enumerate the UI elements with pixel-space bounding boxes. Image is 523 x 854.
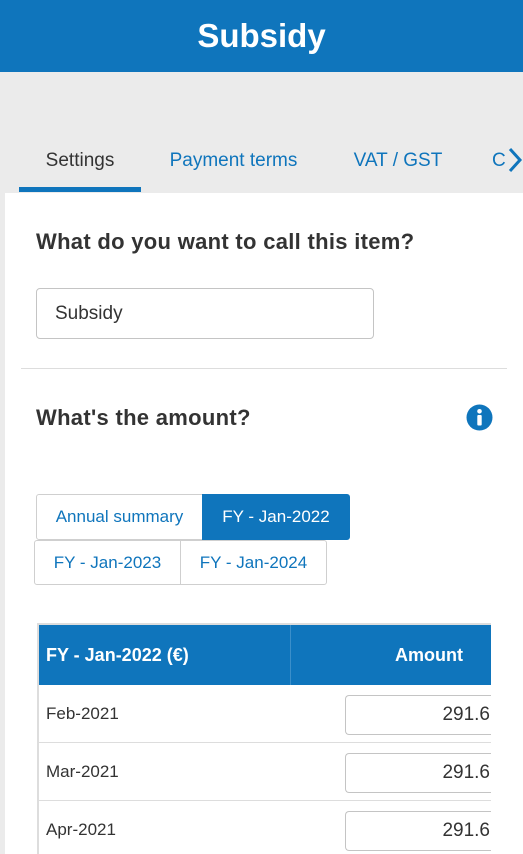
amount-input[interactable] xyxy=(345,753,491,793)
amount-input[interactable] xyxy=(345,811,491,851)
tab-settings[interactable]: Settings xyxy=(19,130,141,192)
month-cell: Feb-2021 xyxy=(46,704,119,723)
item-name-input[interactable] xyxy=(36,288,374,339)
amount-input-wrapper xyxy=(345,695,491,735)
page-title: Subsidy xyxy=(197,17,326,54)
amount-input-wrapper xyxy=(345,811,491,851)
amount-question: What's the amount? xyxy=(36,405,251,430)
period-fy-jan-2022[interactable]: FY - Jan-2022 xyxy=(202,494,350,540)
header-divider xyxy=(290,625,291,685)
month-cell: Mar-2021 xyxy=(46,762,119,781)
month-cell: Apr-2021 xyxy=(46,820,116,839)
app-header: Subsidy xyxy=(0,0,523,72)
amount-column-header: Amount xyxy=(395,644,463,665)
chevron-right-icon[interactable] xyxy=(506,146,523,174)
settings-card: What do you want to call this item? What… xyxy=(5,193,523,854)
month-column-header: FY - Jan-2022 (€) xyxy=(46,644,189,665)
tab-payment-terms[interactable]: Payment terms xyxy=(152,130,315,192)
section-divider xyxy=(21,368,507,369)
period-fy-jan-2024[interactable]: FY - Jan-2024 xyxy=(180,540,327,585)
amount-input[interactable] xyxy=(345,695,491,735)
amount-input-wrapper xyxy=(345,753,491,793)
period-annual-summary[interactable]: Annual summary xyxy=(36,494,203,540)
table-row: Mar-2021 xyxy=(39,743,491,801)
tab-bar: Settings Payment terms VAT / GST C xyxy=(0,130,523,192)
table-row: Feb-2021 xyxy=(39,685,491,743)
table-header: FY - Jan-2022 (€) Amount xyxy=(39,625,491,685)
name-question: What do you want to call this item? xyxy=(36,229,415,254)
info-icon[interactable] xyxy=(466,404,493,431)
table-row: Apr-2021 xyxy=(39,801,491,854)
period-fy-jan-2023[interactable]: FY - Jan-2023 xyxy=(34,540,181,585)
tab-vat-gst[interactable]: VAT / GST xyxy=(338,130,458,192)
amount-table: FY - Jan-2022 (€) Amount Feb-2021 Mar-20… xyxy=(37,623,491,854)
